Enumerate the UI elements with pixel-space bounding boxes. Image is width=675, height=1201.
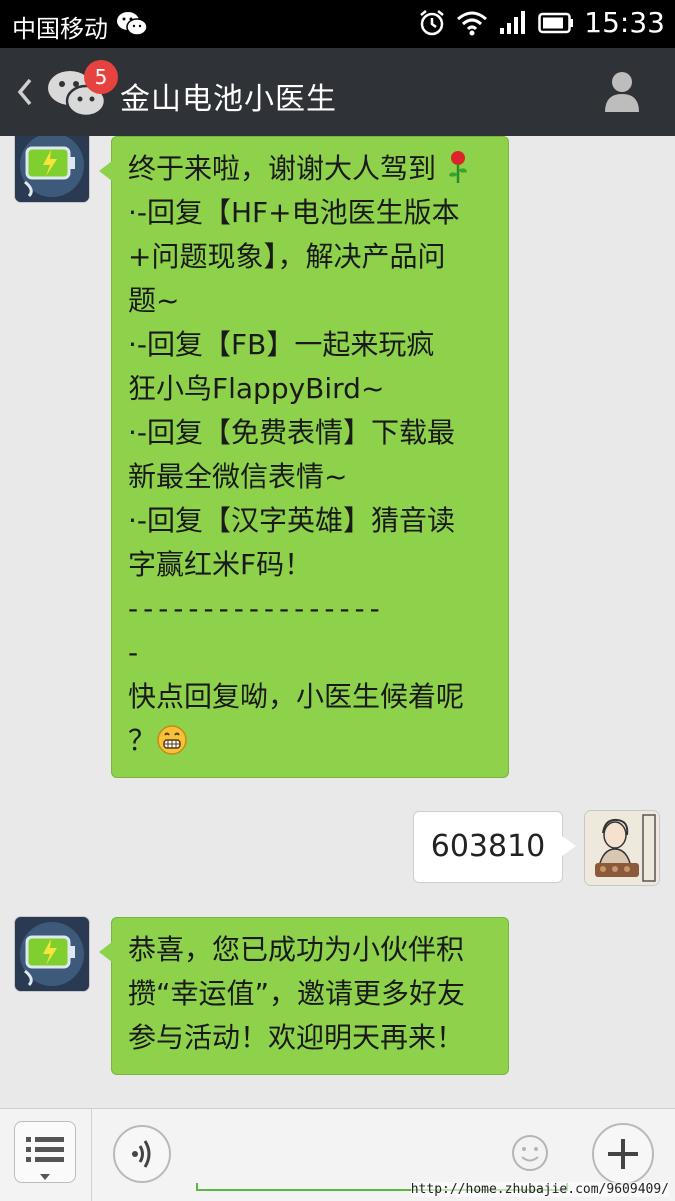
plus-icon [608, 1139, 638, 1169]
voice-button[interactable] [113, 1125, 171, 1183]
battery-doctor-avatar[interactable] [15, 917, 89, 991]
voice-wave-icon [132, 1140, 151, 1168]
message-line: 快点回复呦，小医生候着呢 [128, 680, 465, 713]
more-button[interactable] [592, 1123, 654, 1185]
battery-doctor-logo-icon [15, 917, 89, 991]
message-line: ----------------- [128, 592, 385, 625]
wechat-notification-icon [117, 12, 148, 36]
message-line: ？ [128, 719, 494, 763]
chat-title: 金山电池小医生 [120, 82, 337, 117]
message-line: 恭喜，您已成功为小伙伴积 [128, 933, 465, 966]
message-line: 新最全微信表情~ [128, 460, 348, 493]
battery-doctor-avatar[interactable] [15, 136, 89, 202]
grin-emoji [157, 725, 187, 755]
chat-area[interactable]: 终于来啦，谢谢大人驾到 ·-回复【HF+电池医生版本 +问题现象】，解决产品问 … [0, 136, 675, 1108]
message-line: +问题现象】，解决产品问 [128, 240, 446, 273]
clock: 15:33 [584, 6, 665, 39]
incoming-message[interactable]: 恭喜，您已成功为小伙伴积 攒“幸运值”，邀请更多好友 参与活动！欢迎明天再来！ [99, 917, 509, 1075]
battery-doctor-logo-icon [15, 136, 89, 202]
chevron-left-icon[interactable] [14, 72, 36, 112]
message-line: ·-回复【汉字英雄】猜音读 [128, 504, 456, 537]
menu-button[interactable] [14, 1121, 76, 1183]
list-menu-icon [26, 1137, 64, 1180]
carrier-name: 中国移动 [12, 15, 108, 43]
watermark-url: http://home.zhubajie.com/9609409/ [410, 1182, 669, 1197]
message-line: ·-回复【免费表情】下载最 [128, 416, 456, 449]
my-avatar[interactable] [585, 811, 659, 885]
signal-icon [500, 10, 526, 34]
message-line: - [128, 636, 139, 669]
status-bar: 中国移动 15:33 [0, 0, 675, 48]
message-line: 终于来啦，谢谢大人驾到 [128, 147, 494, 191]
smiley-icon[interactable] [510, 1133, 550, 1173]
status-icons: 15:33 [418, 6, 665, 39]
incoming-message[interactable]: 终于来啦，谢谢大人驾到 ·-回复【HF+电池医生版本 +问题现象】，解决产品问 … [99, 136, 509, 778]
message-line: 字赢红米F码！ [128, 548, 313, 581]
message-line: 参与活动！欢迎明天再来！ [128, 1021, 465, 1054]
input-bar: http://home.zhubajie.com/9609409/ [0, 1108, 675, 1201]
message-line: 题~ [128, 284, 180, 317]
message-line: 攒“幸运值”，邀请更多好友 [128, 977, 466, 1010]
message-line: ·-回复【FB】一起来玩疯 [128, 328, 435, 361]
alarm-icon [420, 9, 445, 35]
sketch-portrait-icon [585, 811, 659, 885]
unread-badge: 5 [84, 60, 118, 94]
input-divider [91, 1109, 92, 1201]
person-icon[interactable] [603, 70, 641, 114]
message-line: ·-回复【HF+电池医生版本 [128, 196, 460, 229]
outgoing-message[interactable]: 603810 [413, 811, 576, 883]
message-line: 狂小鸟FlappyBird~ [128, 372, 385, 405]
wifi-icon [457, 11, 488, 35]
rose-emoji [448, 151, 467, 183]
battery-icon [538, 12, 574, 33]
title-bar: 5 金山电池小医生 [0, 48, 675, 136]
